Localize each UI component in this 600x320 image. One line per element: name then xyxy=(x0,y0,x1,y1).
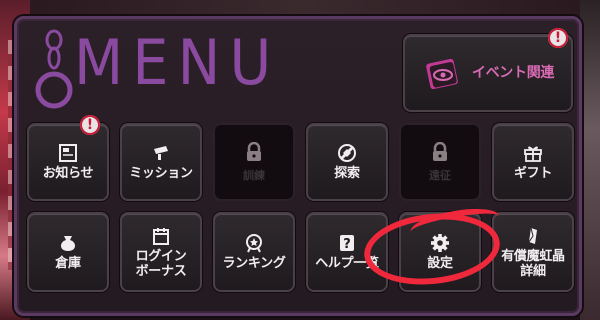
svg-text:?: ? xyxy=(343,237,351,252)
calendar-icon xyxy=(153,227,169,245)
event-alert-badge: ! xyxy=(548,28,568,48)
storage-label: 倉庫 xyxy=(55,256,81,271)
explore-label: 探索 xyxy=(334,166,360,181)
gift-button[interactable]: ギフト xyxy=(492,123,574,201)
menu-title: MENU xyxy=(74,26,281,99)
login-bonus-button[interactable]: ログイン ボーナス xyxy=(120,212,202,292)
mission-label: ミッション xyxy=(129,166,193,181)
locked-ghost-label: 訓練 xyxy=(243,168,265,182)
help-icon: ? xyxy=(340,235,354,252)
locked-ghost-label: 遠征 xyxy=(429,168,451,182)
notice-button[interactable]: お知らせ xyxy=(27,123,109,201)
background-right xyxy=(580,0,600,320)
lock-icon xyxy=(433,141,447,161)
crystal-icon xyxy=(528,227,537,244)
explore-icon xyxy=(338,144,356,162)
login-bonus-label-line1: ログイン xyxy=(135,248,187,264)
menu-logo: MENU xyxy=(32,28,282,118)
locked-training-button[interactable]: 訓練 xyxy=(213,123,295,201)
event-button-label: イベント関連 xyxy=(471,64,555,81)
explore-button[interactable]: 探索 xyxy=(306,123,388,201)
scroll-icon xyxy=(154,146,168,160)
paid-crystal-label-line2: 詳細 xyxy=(520,263,546,279)
login-bonus-label-line2: ボーナス xyxy=(135,263,187,279)
notice-alert-badge: ! xyxy=(80,115,100,135)
ranking-button[interactable]: ランキング xyxy=(213,212,295,292)
gift-label: ギフト xyxy=(513,166,553,181)
lock-icon xyxy=(247,141,261,161)
event-eye-icon xyxy=(426,58,458,90)
ranking-label: ランキング xyxy=(222,256,286,271)
bag-icon xyxy=(60,236,76,251)
locked-expedition-button[interactable]: 遠征 xyxy=(399,123,481,201)
event-button[interactable]: イベント関連 xyxy=(403,34,573,112)
medal-icon xyxy=(246,234,262,253)
chain-icon xyxy=(35,29,73,109)
notice-icon xyxy=(59,144,77,162)
notice-label: お知らせ xyxy=(42,166,94,181)
paid-crystal-label-line1: 有償魔虹晶 xyxy=(501,248,565,264)
storage-button[interactable]: 倉庫 xyxy=(27,212,109,292)
paid-crystal-detail-button[interactable]: 有償魔虹晶 詳細 xyxy=(492,212,574,292)
mission-button[interactable]: ミッション xyxy=(120,123,202,201)
gift-icon xyxy=(524,146,542,162)
